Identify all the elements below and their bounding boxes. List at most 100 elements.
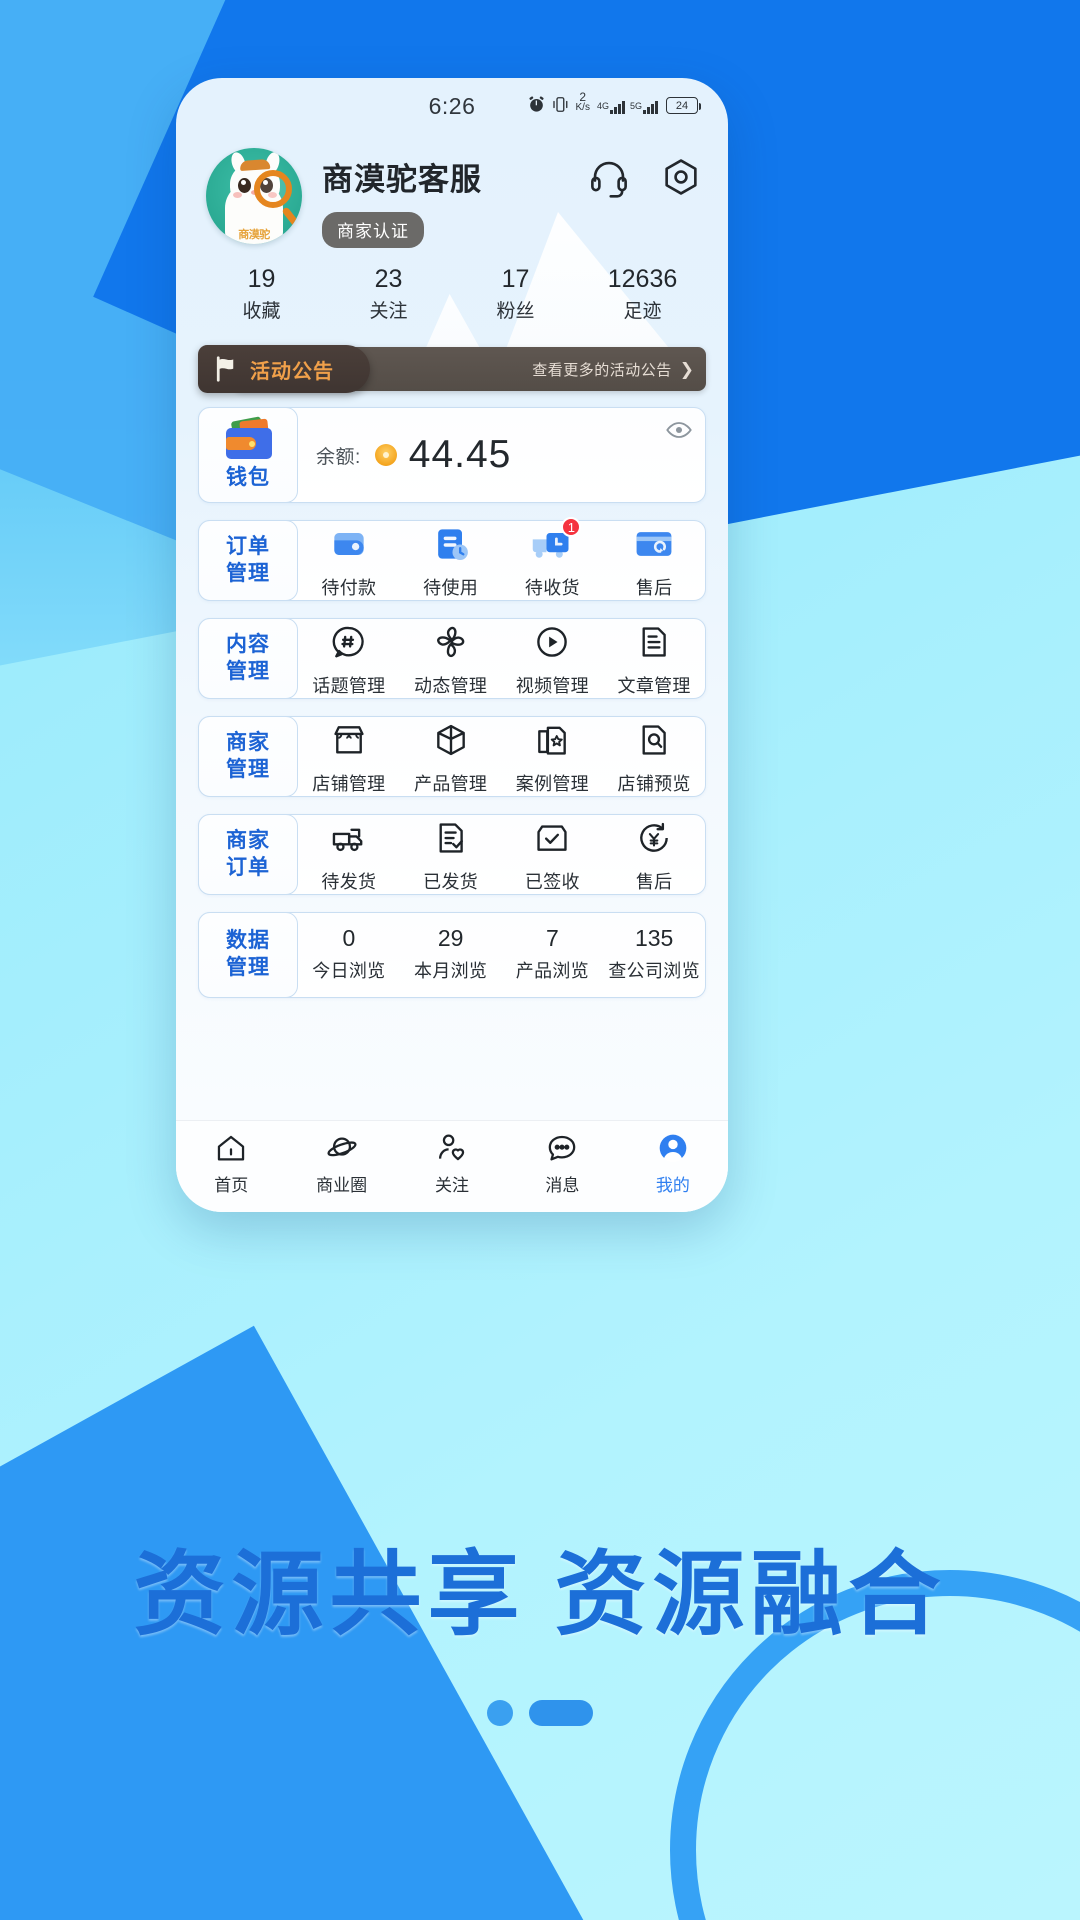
cell-pending-receipt[interactable]: 1 待收货 xyxy=(502,517,604,600)
eye-icon[interactable] xyxy=(665,416,693,449)
cell-pending-use[interactable]: 待使用 xyxy=(400,521,502,600)
tab-line: 管理 xyxy=(226,757,270,781)
storefront-icon xyxy=(330,717,368,763)
announcement-tag[interactable]: 活动公告 xyxy=(198,345,370,394)
wallet-card[interactable]: 钱包 余额: 44.45 xyxy=(198,407,706,504)
section-content-management: 内容 管理 话题管理 动态管理 视频管理 文章管理 xyxy=(198,618,706,700)
settings-hex-icon[interactable] xyxy=(660,156,702,198)
nav-label: 商业圈 xyxy=(316,1176,368,1195)
box-check-icon xyxy=(533,815,571,861)
cell-month-views[interactable]: 29 本月浏览 xyxy=(400,927,502,983)
section-tab-content-management[interactable]: 内容 管理 xyxy=(198,618,298,700)
stat-item[interactable]: 12636 足迹 xyxy=(579,264,706,323)
cell-value: 135 xyxy=(634,925,674,952)
cell-value: 0 xyxy=(342,925,356,952)
cell-store-management[interactable]: 店铺管理 xyxy=(298,717,400,796)
cell-after-sales[interactable]: 售后 xyxy=(603,521,705,600)
cell-pending-payment[interactable]: 待付款 xyxy=(298,521,400,600)
pagination-dots[interactable] xyxy=(0,1700,1080,1726)
avatar-caption: 商漠驼 xyxy=(238,229,270,241)
nav-item-home[interactable]: 首页 xyxy=(176,1131,286,1196)
truck-clock-icon: 1 xyxy=(530,517,582,567)
cell-label: 本月浏览 xyxy=(414,961,488,982)
stat-value: 23 xyxy=(374,265,403,293)
stat-label: 粉丝 xyxy=(496,301,535,323)
cell-merchant-after-sales[interactable]: 售后 xyxy=(603,815,705,894)
cell-article-management[interactable]: 文章管理 xyxy=(603,619,705,698)
section-tab-data-management[interactable]: 数据 管理 xyxy=(198,912,298,999)
cell-label: 今日浏览 xyxy=(312,961,386,982)
cell-product-views[interactable]: 7 产品浏览 xyxy=(502,927,604,983)
cell-label: 售后 xyxy=(635,872,673,893)
pagination-dot-active[interactable] xyxy=(529,1700,593,1726)
nav-item-business-circle[interactable]: 商业圈 xyxy=(286,1131,396,1196)
nav-item-messages[interactable]: 消息 xyxy=(507,1131,617,1196)
play-circle-icon xyxy=(533,619,571,665)
nav-label: 首页 xyxy=(214,1176,249,1195)
stat-value: 19 xyxy=(247,265,276,293)
cell-shipped[interactable]: 已发货 xyxy=(400,815,502,894)
wallet-tab[interactable]: 钱包 xyxy=(198,407,298,504)
cell-store-preview[interactable]: 店铺预览 xyxy=(603,717,705,796)
status-bar: 6:26 2 K/s 4G 5G 24 xyxy=(176,78,728,134)
tab-line: 订单 xyxy=(226,534,270,558)
chat-bubble-icon xyxy=(545,1131,579,1165)
announcement-tag-label: 活动公告 xyxy=(250,360,334,383)
cell-product-management[interactable]: 产品管理 xyxy=(400,717,502,796)
avatar[interactable]: 商漠驼 xyxy=(206,148,302,244)
signal-4g-icon: 4G xyxy=(597,101,625,114)
tab-line: 管理 xyxy=(226,659,270,683)
hashtag-bubble-icon xyxy=(330,619,368,665)
clipboard-clock-icon xyxy=(429,521,473,567)
cell-company-views[interactable]: 135 查公司浏览 xyxy=(603,927,705,983)
cell-value: 29 xyxy=(437,925,464,952)
cell-today-views[interactable]: 0 今日浏览 xyxy=(298,927,400,983)
status-badge[interactable]: 商家认证 xyxy=(322,212,424,248)
section-tab-merchant-orders[interactable]: 商家 订单 xyxy=(198,814,298,896)
pagination-dot[interactable] xyxy=(487,1700,513,1726)
section-merchant-orders: 商家 订单 待发货 已发货 已签收 售后 xyxy=(198,814,706,896)
cube-icon xyxy=(432,717,470,763)
section-merchant-management: 商家 管理 店铺管理 产品管理 案例管理 店铺预览 xyxy=(198,716,706,798)
cell-case-management[interactable]: 案例管理 xyxy=(502,717,604,796)
section-tab-merchant-management[interactable]: 商家 管理 xyxy=(198,716,298,798)
cell-video-management[interactable]: 视频管理 xyxy=(502,619,604,698)
nav-item-follow[interactable]: 关注 xyxy=(397,1131,507,1196)
nav-item-mine[interactable]: 我的 xyxy=(618,1131,728,1196)
cell-topic-management[interactable]: 话题管理 xyxy=(298,619,400,698)
cell-label: 已发货 xyxy=(423,872,479,893)
bottom-navigation: 首页 商业圈 关注 消息 我的 xyxy=(176,1120,728,1212)
cell-label: 待发货 xyxy=(321,872,377,893)
document-lines-icon xyxy=(635,619,673,665)
person-heart-icon xyxy=(435,1131,469,1165)
cell-pending-shipment[interactable]: 待发货 xyxy=(298,815,400,894)
tab-line: 商家 xyxy=(226,828,270,852)
cell-label: 话题管理 xyxy=(312,676,386,697)
stat-item[interactable]: 17 粉丝 xyxy=(452,264,579,323)
wallet-icon xyxy=(220,416,276,465)
cell-signed[interactable]: 已签收 xyxy=(502,815,604,894)
person-circle-icon xyxy=(656,1131,690,1165)
wallet-tab-label: 钱包 xyxy=(226,465,270,489)
balance-amount: 44.45 xyxy=(408,433,512,477)
cell-label: 产品浏览 xyxy=(515,961,589,982)
cell-label: 已签收 xyxy=(524,872,580,893)
cell-label: 案例管理 xyxy=(515,774,589,795)
alarm-icon xyxy=(527,95,546,114)
stat-item[interactable]: 19 收藏 xyxy=(198,264,325,323)
headset-icon[interactable] xyxy=(588,156,630,198)
cell-feed-management[interactable]: 动态管理 xyxy=(400,619,502,698)
cell-label: 店铺预览 xyxy=(617,774,691,795)
wallet-pay-icon xyxy=(327,521,371,567)
tab-line: 数据 xyxy=(226,929,270,953)
section-tab-order-management[interactable]: 订单 管理 xyxy=(198,520,298,602)
pinwheel-icon xyxy=(432,619,470,665)
announcement-banner[interactable]: 查看更多的活动公告 ❯ 活动公告 xyxy=(198,345,706,394)
stat-item[interactable]: 23 关注 xyxy=(325,264,452,323)
nav-label: 消息 xyxy=(545,1176,580,1195)
stat-value: 12636 xyxy=(607,265,678,293)
tab-line: 管理 xyxy=(226,561,270,585)
battery-icon: 24 xyxy=(666,97,701,114)
cell-label: 待付款 xyxy=(321,578,377,599)
cell-label: 售后 xyxy=(635,578,673,599)
